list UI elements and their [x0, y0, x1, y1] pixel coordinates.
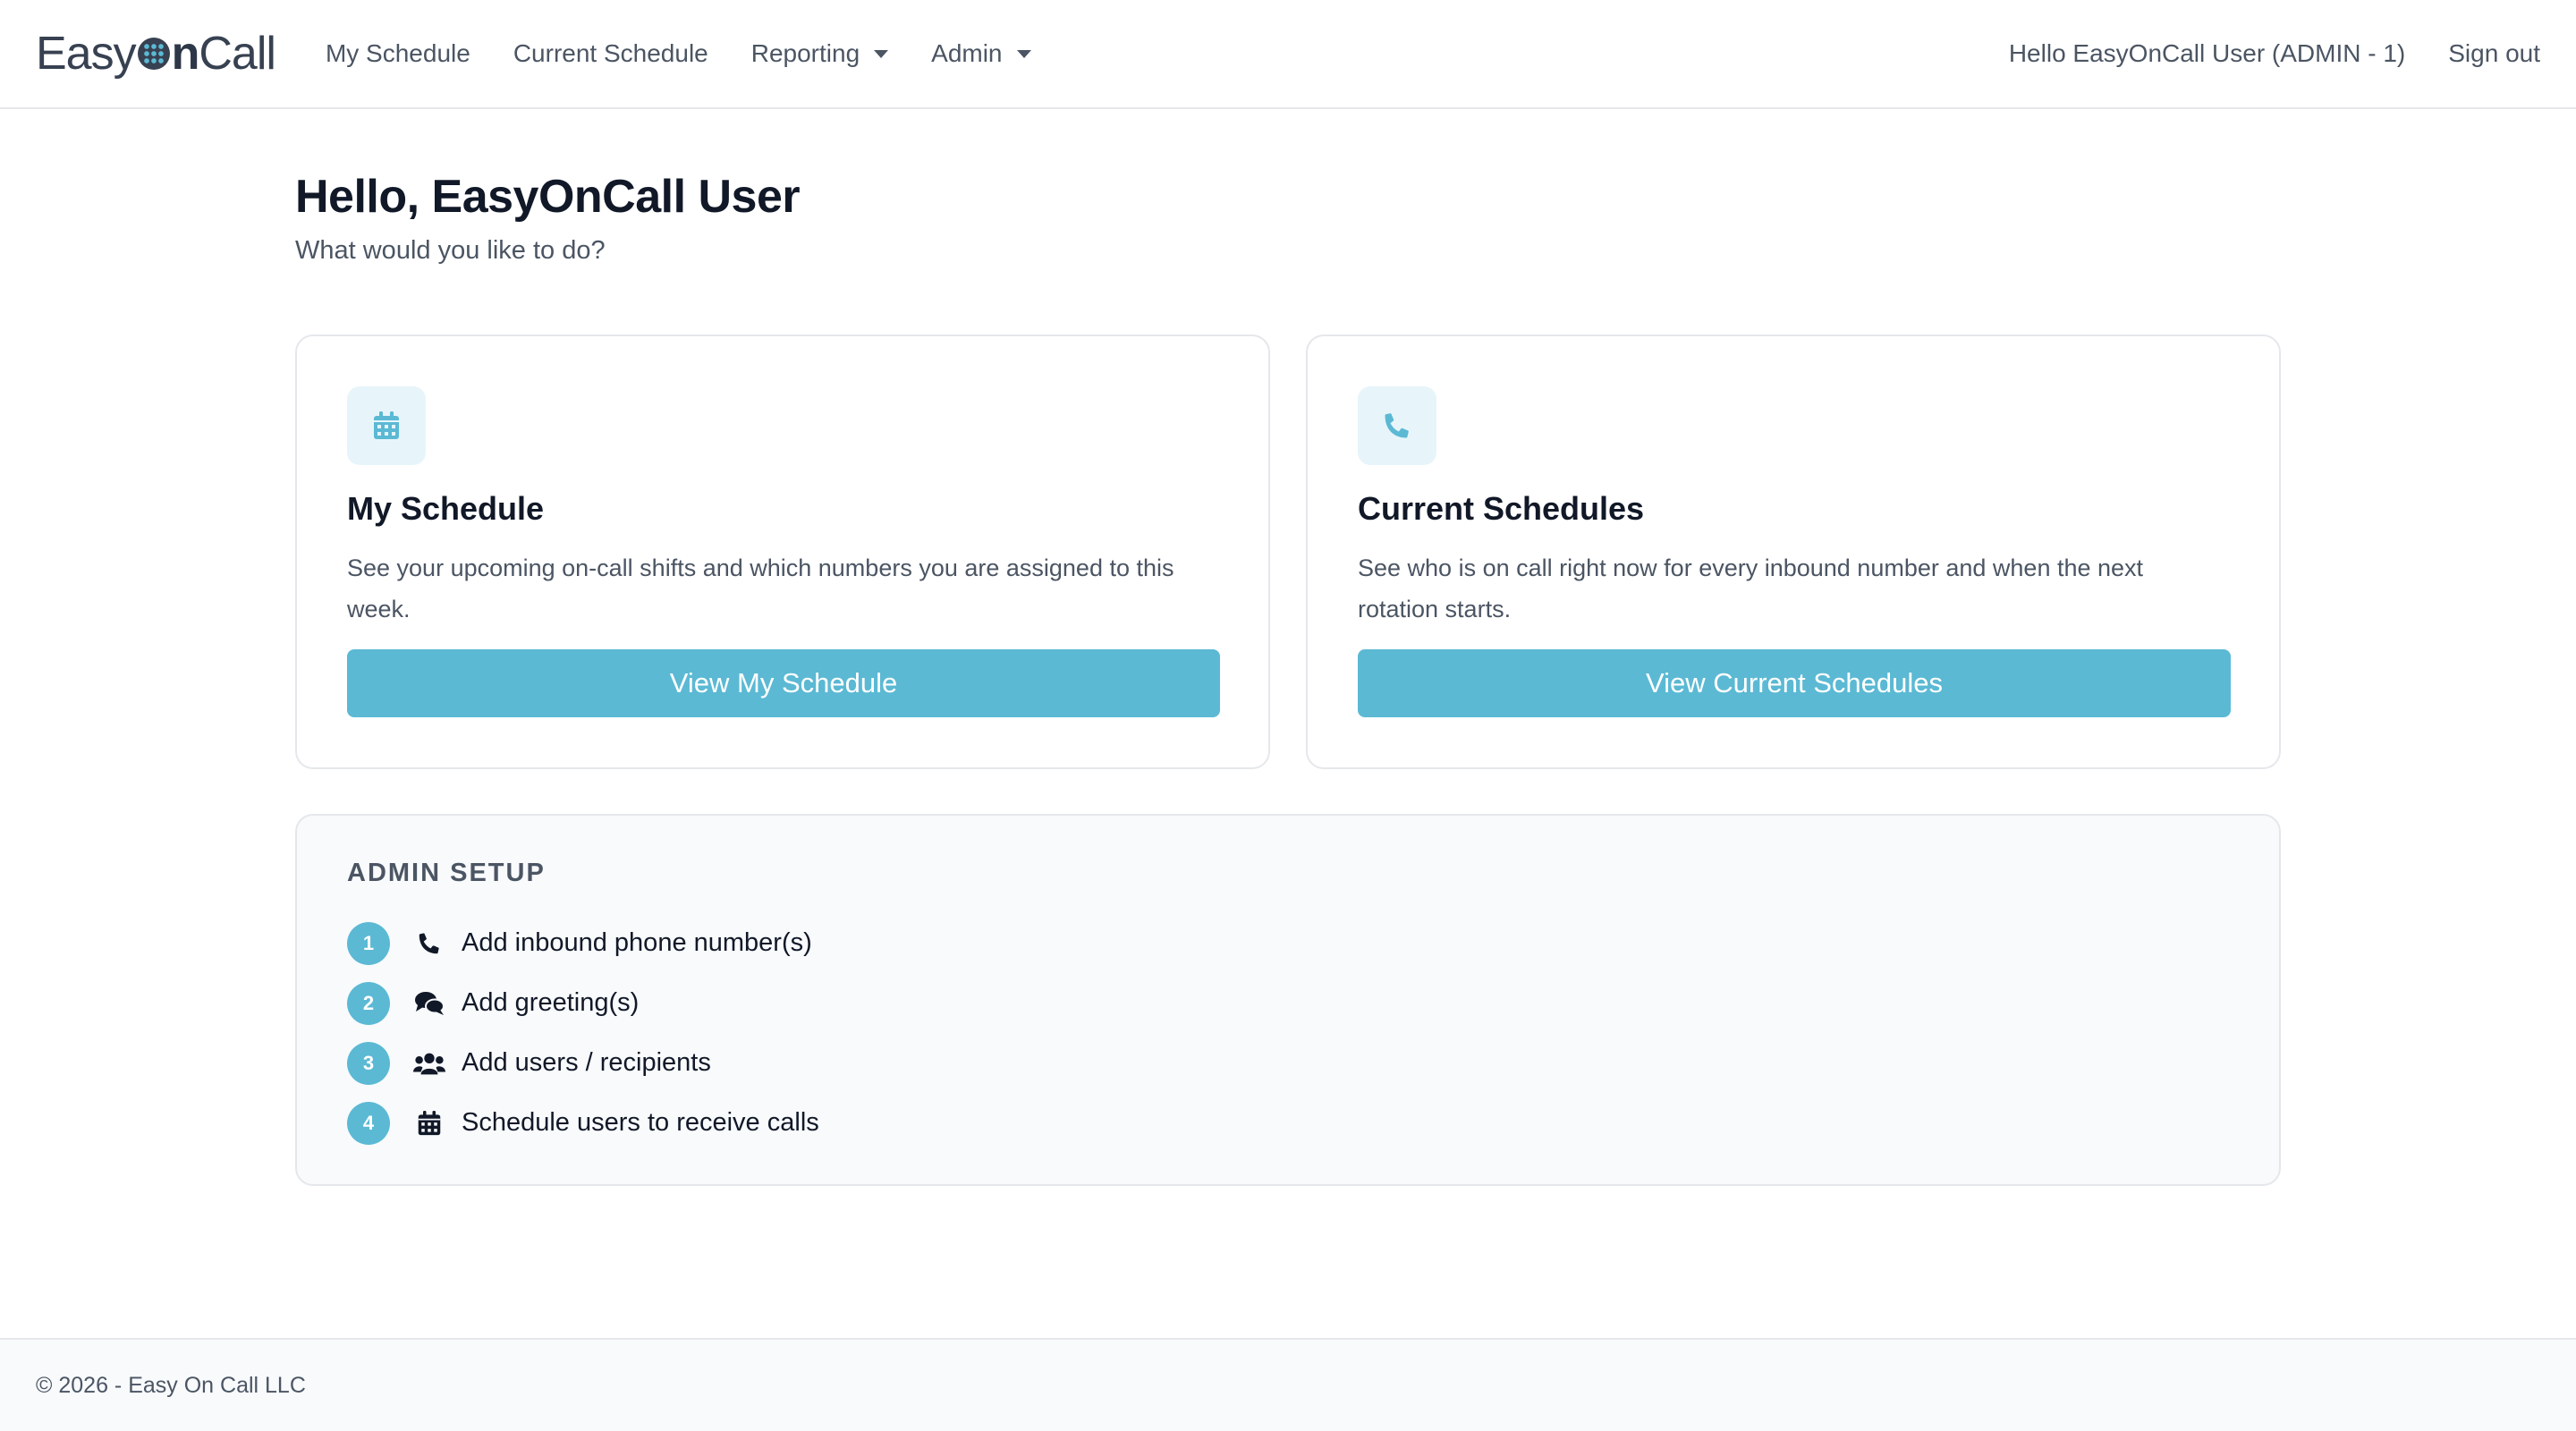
users-icon — [413, 1047, 445, 1080]
current-schedules-card: Current Schedules See who is on call rig… — [1306, 334, 2281, 769]
nav-reporting-dropdown[interactable]: Reporting — [750, 39, 889, 68]
nav-admin-dropdown[interactable]: Admin — [931, 39, 1031, 68]
nav-reporting-label: Reporting — [750, 39, 860, 67]
calendar-icon — [413, 1107, 445, 1139]
brand-text-n: n — [171, 28, 200, 80]
step-number-badge: 1 — [347, 921, 390, 965]
sign-out-link[interactable]: Sign out — [2448, 39, 2540, 68]
page-subtitle: What would you like to do? — [295, 236, 606, 265]
setup-step-label: Add greeting(s) — [462, 988, 640, 1017]
phone-icon — [1358, 386, 1436, 465]
comments-icon — [413, 987, 445, 1020]
my-schedule-card: My Schedule See your upcoming on-call sh… — [295, 334, 1270, 769]
step-number-badge: 2 — [347, 981, 390, 1025]
setup-step-label: Add users / recipients — [462, 1048, 711, 1077]
calendar-icon — [347, 386, 426, 465]
nav-links: My Schedule Current Schedule Reporting A… — [326, 39, 1074, 68]
brand-logo[interactable]: Easy n Call — [36, 27, 276, 80]
my-schedule-description: See your upcoming on-call shifts and whi… — [347, 555, 1174, 622]
setup-step-4[interactable]: 4 Schedule users to receive calls — [347, 1093, 2229, 1153]
setup-step-label: Schedule users to receive calls — [462, 1108, 819, 1137]
step-number-badge: 3 — [347, 1041, 390, 1085]
nav-admin-label: Admin — [931, 39, 1003, 67]
copyright-text: © 2026 - Easy On Call LLC — [36, 1372, 306, 1398]
admin-setup-panel: ADMIN SETUP 1 Add inbound phone number(s… — [295, 814, 2281, 1186]
nav-right: Hello EasyOnCall User (ADMIN - 1) Sign o… — [1966, 39, 2540, 68]
setup-step-3[interactable]: 3 Add users / recipients — [347, 1033, 2229, 1093]
brand-text-easy: Easy — [36, 28, 137, 80]
current-schedules-description: See who is on call right now for every i… — [1358, 555, 2144, 622]
brand-on: n — [136, 27, 199, 80]
admin-setup-steps: 1 Add inbound phone number(s) 2 Add gree… — [347, 913, 2229, 1153]
my-schedule-title: My Schedule — [347, 490, 545, 527]
caret-down-icon — [874, 49, 889, 58]
navbar: Easy n Call My Schedule Current Schedule… — [0, 0, 2576, 109]
footer: © 2026 - Easy On Call LLC — [0, 1338, 2576, 1431]
nav-current-schedule[interactable]: Current Schedule — [513, 39, 708, 68]
view-current-schedules-button[interactable]: View Current Schedules — [1358, 649, 2231, 717]
setup-step-label: Add inbound phone number(s) — [462, 928, 812, 957]
action-cards: My Schedule See your upcoming on-call sh… — [295, 334, 2281, 769]
page-title: Hello, EasyOnCall User — [295, 171, 801, 223]
phone-icon — [413, 927, 445, 960]
nav-my-schedule[interactable]: My Schedule — [326, 39, 470, 68]
step-number-badge: 4 — [347, 1101, 390, 1145]
caret-down-icon — [1016, 49, 1031, 58]
brand-text-call: Call — [199, 28, 276, 80]
setup-step-1[interactable]: 1 Add inbound phone number(s) — [347, 913, 2229, 973]
globe-icon — [137, 38, 170, 70]
view-my-schedule-button[interactable]: View My Schedule — [347, 649, 1220, 717]
admin-setup-heading: ADMIN SETUP — [347, 859, 546, 887]
setup-step-2[interactable]: 2 Add greeting(s) — [347, 973, 2229, 1033]
current-schedules-title: Current Schedules — [1358, 490, 1645, 527]
nav-user-greeting[interactable]: Hello EasyOnCall User (ADMIN - 1) — [2009, 39, 2405, 68]
main-content: Hello, EasyOnCall User What would you li… — [295, 170, 2281, 1186]
